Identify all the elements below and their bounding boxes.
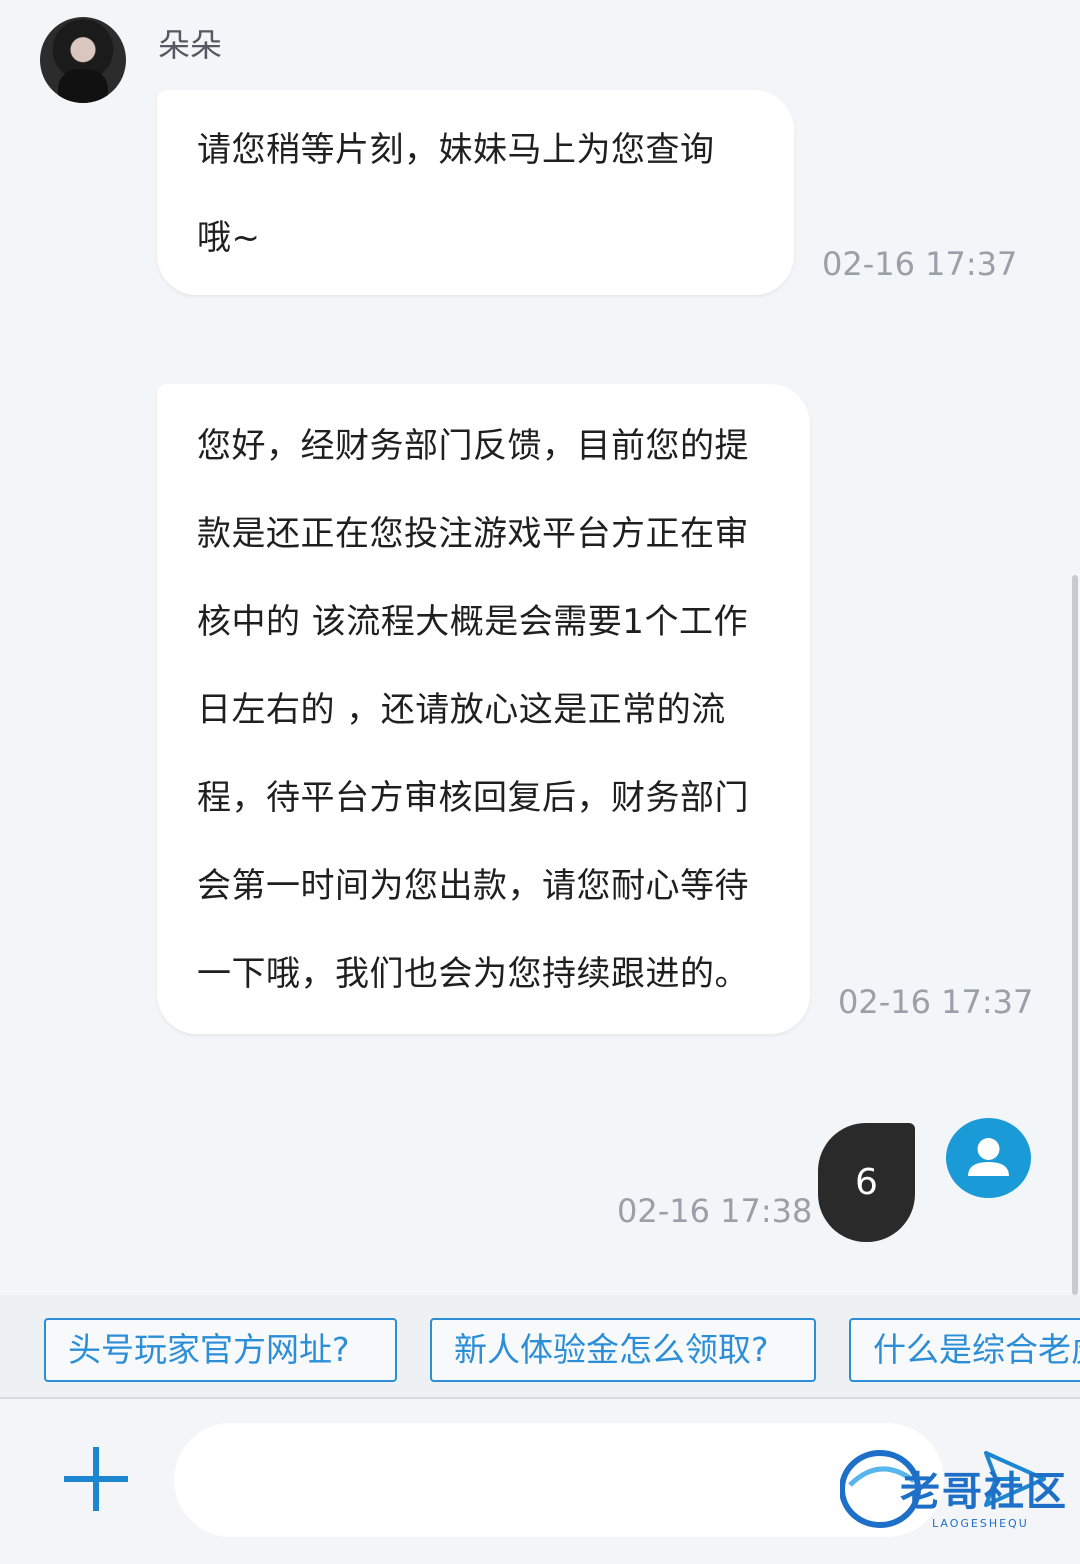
quick-reply-button[interactable]: 头号玩家官方网址? <box>44 1318 397 1382</box>
quick-reply-bar[interactable]: 头号玩家官方网址? 新人体验金怎么领取? 什么是综合老虎 <box>0 1295 1080 1399</box>
send-icon[interactable] <box>980 1449 1050 1509</box>
message-line: 一下哦，我们也会为您持续跟进的。 <box>197 954 749 994</box>
message-line: 哦~ <box>197 218 261 258</box>
message-line: 款是还正在您投注游戏平台方正在审 <box>197 514 749 554</box>
quick-reply-button[interactable]: 新人体验金怎么领取? <box>430 1318 816 1382</box>
message-line: 核中的 该流程大概是会需要1个工作 <box>197 602 748 642</box>
chat-scrollbar[interactable] <box>1072 575 1078 1295</box>
message-timestamp: 02-16 17:37 <box>838 983 1034 1021</box>
user-message-bubble: 6 <box>818 1123 915 1242</box>
message-line: 请您稍等片刻，妹妹马上为您查询 <box>197 130 715 170</box>
agent-avatar <box>40 17 126 103</box>
agent-message-bubble: 请您稍等片刻，妹妹马上为您查询 哦~ <box>157 90 794 295</box>
user-avatar-icon <box>946 1118 1031 1198</box>
message-line: 程，待平台方审核回复后，财务部门 <box>197 778 749 818</box>
message-input[interactable] <box>174 1423 944 1537</box>
quick-reply-button[interactable]: 什么是综合老虎 <box>849 1318 1080 1382</box>
agent-message-bubble: 您好，经财务部门反馈，目前您的提 款是还正在您投注游戏平台方正在审 核中的 该流… <box>157 384 810 1034</box>
message-line: 会第一时间为您出款，请您耐心等待 <box>197 866 749 906</box>
message-line: 日左右的 ，还请放心这是正常的流 <box>197 690 726 730</box>
message-line: 您好，经财务部门反馈，目前您的提 <box>197 426 749 466</box>
message-timestamp: 02-16 17:38 <box>617 1192 813 1230</box>
chat-area[interactable]: 朵朵 请您稍等片刻，妹妹马上为您查询 哦~ 02-16 17:37 您好，经财务… <box>0 0 1080 1295</box>
plus-icon[interactable] <box>64 1447 128 1511</box>
message-timestamp: 02-16 17:37 <box>822 245 1018 283</box>
agent-name: 朵朵 <box>158 26 223 64</box>
input-bar <box>0 1399 1080 1564</box>
